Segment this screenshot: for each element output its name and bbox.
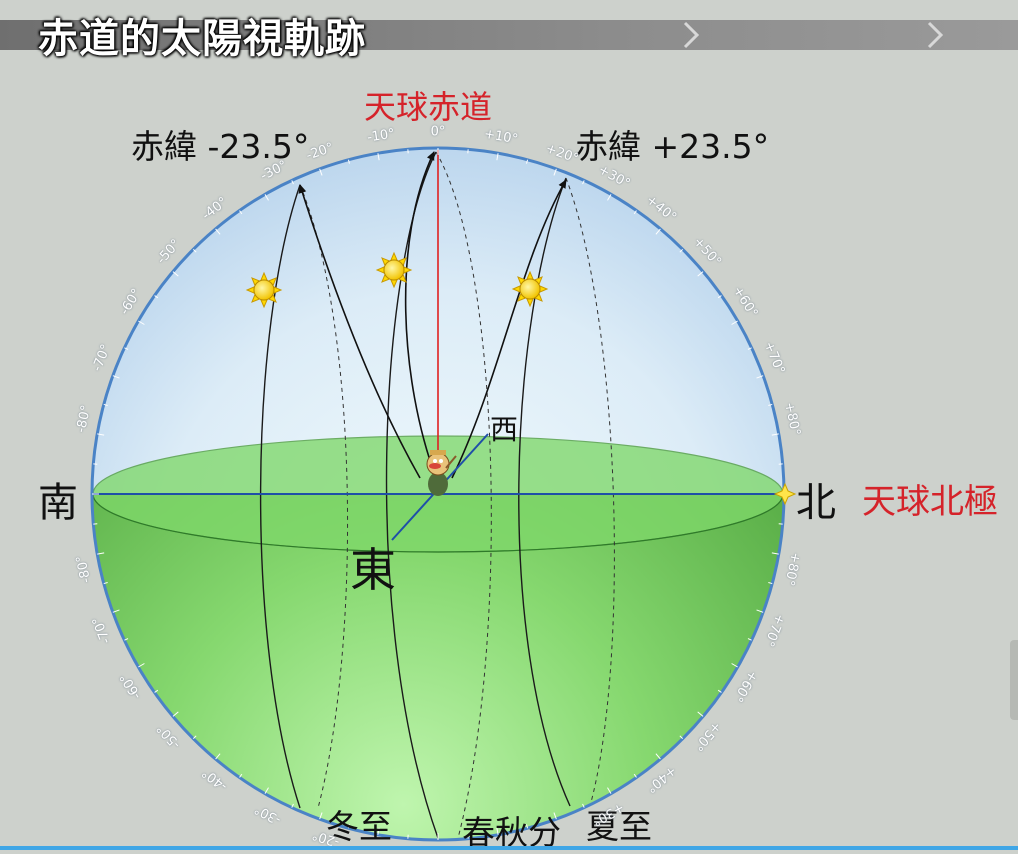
west-label: 西 xyxy=(490,408,518,448)
sun-icon xyxy=(377,253,411,287)
south-label: 南 xyxy=(38,470,78,528)
east-label: 東 xyxy=(350,534,396,600)
degree-tick-label: 0° xyxy=(431,125,446,140)
sun-icon xyxy=(247,273,281,307)
north-label: 北 xyxy=(796,470,836,528)
celestial-equator-label: 天球赤道 xyxy=(364,82,492,128)
north-pole-label: 天球北極 xyxy=(862,474,998,523)
bottom-accent-line xyxy=(0,846,1018,850)
diagram-canvas: 赤道的太陽視軌跡 xyxy=(0,0,1018,850)
sun-icon xyxy=(513,272,547,306)
scroll-handle[interactable] xyxy=(1010,640,1018,720)
declination-plus-label: 赤緯 +23.5° xyxy=(575,120,769,168)
